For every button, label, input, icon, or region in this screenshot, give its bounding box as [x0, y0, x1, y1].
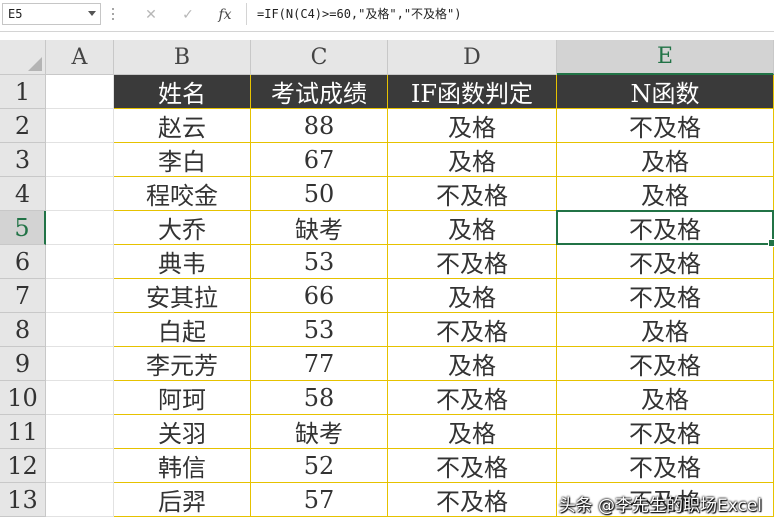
cell-d13[interactable]: 不及格: [388, 483, 557, 517]
column-header-e[interactable]: E: [557, 40, 774, 75]
row-header[interactable]: 6: [0, 245, 46, 279]
row-header[interactable]: 3: [0, 143, 46, 177]
cell-b7[interactable]: 安其拉: [114, 279, 251, 313]
formula-bar: E5 ✕ ✓ fx =IF(N(C4)>=60,"及格","不及格"): [0, 0, 774, 32]
cell-c2[interactable]: 88: [251, 109, 388, 143]
cell-d7[interactable]: 及格: [388, 279, 557, 313]
cell-e7[interactable]: 不及格: [557, 279, 774, 313]
row-header[interactable]: 8: [0, 313, 46, 347]
cell-b6[interactable]: 典韦: [114, 245, 251, 279]
row-header[interactable]: 11: [0, 415, 46, 449]
name-box-value: E5: [8, 7, 23, 21]
cell-e9[interactable]: 不及格: [557, 347, 774, 381]
cell-b12[interactable]: 韩信: [114, 449, 251, 483]
cell-c6[interactable]: 53: [251, 245, 388, 279]
cell-e6[interactable]: 不及格: [557, 245, 774, 279]
column-header-b[interactable]: B: [114, 40, 251, 75]
row-header[interactable]: 4: [0, 177, 46, 211]
cell-c5[interactable]: 缺考: [251, 211, 388, 245]
cell-e4[interactable]: 及格: [557, 177, 774, 211]
cell-b8[interactable]: 白起: [114, 313, 251, 347]
cell-b2[interactable]: 赵云: [114, 109, 251, 143]
cell-b10[interactable]: 阿珂: [114, 381, 251, 415]
column-header-a[interactable]: A: [46, 40, 114, 75]
cell-c7[interactable]: 66: [251, 279, 388, 313]
cell-d10[interactable]: 不及格: [388, 381, 557, 415]
cell-e5[interactable]: 不及格: [557, 211, 774, 245]
row-header[interactable]: 10: [0, 381, 46, 415]
row-header[interactable]: 12: [0, 449, 46, 483]
cell-c3[interactable]: 67: [251, 143, 388, 177]
cell-b9[interactable]: 李元芳: [114, 347, 251, 381]
cell-e10[interactable]: 及格: [557, 381, 774, 415]
cell-e8[interactable]: 及格: [557, 313, 774, 347]
header-score[interactable]: 考试成绩: [251, 75, 388, 109]
check-icon[interactable]: ✓: [175, 4, 201, 26]
cell-d4[interactable]: 不及格: [388, 177, 557, 211]
select-all-icon: [28, 57, 42, 71]
cell-b3[interactable]: 李白: [114, 143, 251, 177]
select-all-button[interactable]: [0, 40, 46, 75]
cell-e3[interactable]: 及格: [557, 143, 774, 177]
cell-d5[interactable]: 及格: [388, 211, 557, 245]
cell-e2[interactable]: 不及格: [557, 109, 774, 143]
cell-b13[interactable]: 后羿: [114, 483, 251, 517]
row-header[interactable]: 13: [0, 483, 46, 517]
cell-a10[interactable]: [46, 381, 114, 415]
cell-a5[interactable]: [46, 211, 114, 245]
cell-a3[interactable]: [46, 143, 114, 177]
row-header[interactable]: 7: [0, 279, 46, 313]
drag-handle-icon[interactable]: [112, 8, 115, 22]
header-n-result[interactable]: N函数: [557, 75, 774, 109]
cell-e12[interactable]: 不及格: [557, 449, 774, 483]
name-box[interactable]: E5: [2, 3, 101, 25]
formula-input[interactable]: =IF(N(C4)>=60,"及格","不及格"): [246, 3, 774, 25]
cell-d9[interactable]: 及格: [388, 347, 557, 381]
cell-d3[interactable]: 及格: [388, 143, 557, 177]
row-header[interactable]: 2: [0, 109, 46, 143]
cell-a6[interactable]: [46, 245, 114, 279]
cell-d8[interactable]: 不及格: [388, 313, 557, 347]
cell-d12[interactable]: 不及格: [388, 449, 557, 483]
cell-c4[interactable]: 50: [251, 177, 388, 211]
header-name[interactable]: 姓名: [114, 75, 251, 109]
cell-a13[interactable]: [46, 483, 114, 517]
close-icon[interactable]: ✕: [138, 4, 164, 26]
cell-e11[interactable]: 不及格: [557, 415, 774, 449]
cell-b11[interactable]: 关羽: [114, 415, 251, 449]
cell-d6[interactable]: 不及格: [388, 245, 557, 279]
column-header-c[interactable]: C: [251, 40, 388, 75]
cell-a4[interactable]: [46, 177, 114, 211]
cell-d11[interactable]: 及格: [388, 415, 557, 449]
insert-function-button[interactable]: fx: [212, 4, 238, 26]
cell-c9[interactable]: 77: [251, 347, 388, 381]
formula-text: =IF(N(C4)>=60,"及格","不及格"): [257, 7, 462, 21]
cell-c10[interactable]: 58: [251, 381, 388, 415]
cell-c11[interactable]: 缺考: [251, 415, 388, 449]
column-header-d[interactable]: D: [388, 40, 557, 75]
cell-c13[interactable]: 57: [251, 483, 388, 517]
cell-d2[interactable]: 及格: [388, 109, 557, 143]
cell-a7[interactable]: [46, 279, 114, 313]
cell-a8[interactable]: [46, 313, 114, 347]
cell-a11[interactable]: [46, 415, 114, 449]
cell-c12[interactable]: 52: [251, 449, 388, 483]
chevron-down-icon[interactable]: [88, 11, 96, 16]
cell-a12[interactable]: [46, 449, 114, 483]
cell-a1[interactable]: [46, 75, 114, 109]
row-header[interactable]: 5: [0, 211, 46, 245]
header-if-result[interactable]: IF函数判定: [388, 75, 557, 109]
row-header[interactable]: 1: [0, 75, 46, 109]
watermark: 头条 @李先生的职场Excel: [558, 496, 762, 516]
row-header[interactable]: 9: [0, 347, 46, 381]
cell-b4[interactable]: 程咬金: [114, 177, 251, 211]
cell-a9[interactable]: [46, 347, 114, 381]
cell-b5[interactable]: 大乔: [114, 211, 251, 245]
cell-a2[interactable]: [46, 109, 114, 143]
cell-c8[interactable]: 53: [251, 313, 388, 347]
